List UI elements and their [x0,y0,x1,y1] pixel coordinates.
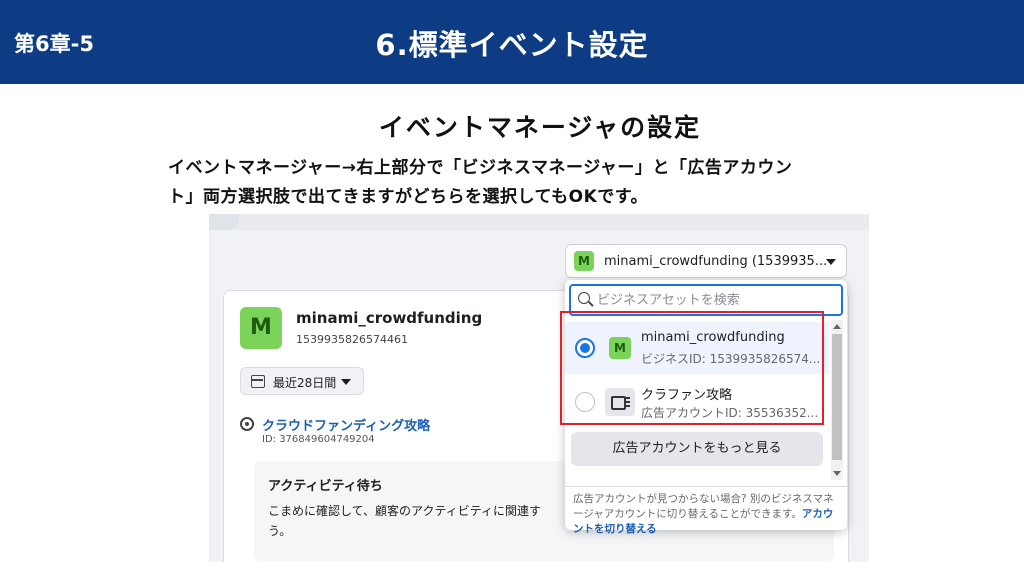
dropdown-scrollbar[interactable] [831,320,843,480]
slide: 第6章-5 6.標準イベント設定 イベントマネージャの設定 イベントマネージャー… [0,0,1024,576]
section-subtitle: イベントマネージャの設定 [378,113,702,142]
top-pill [209,214,239,230]
note-text: 広告アカウントが見つからない場合? 別のビジネスマネージャアカウントに切り替える… [573,493,834,520]
red-highlight-box [560,311,824,425]
date-range-label: 最近28日間 [273,376,337,390]
top-strip [209,214,869,230]
page-title: 6.標準イベント設定 [375,28,649,62]
pixel-icon [240,417,254,431]
business-avatar-icon: M [574,251,594,271]
account-selector-dropdown[interactable]: M minami_crowdfunding (1539935... [565,244,847,278]
chevron-down-icon [826,259,836,265]
chevron-down-icon [341,379,351,385]
body-text-line-1: イベントマネージャー→右上部分で「ビジネスマネージャー」と「広告アカウン [168,158,793,178]
business-name: minami_crowdfunding [296,309,483,327]
scroll-down-arrow-icon[interactable] [833,471,841,476]
search-icon [578,292,590,304]
pixel-id: ID: 376849604749204 [262,434,375,445]
scroll-thumb[interactable] [832,334,842,460]
pixel-name-link[interactable]: クラウドファンディング攻略 [262,415,430,434]
activity-title: アクティビティ待ち [268,479,383,494]
divider [565,486,847,487]
business-avatar: M [240,307,282,349]
date-range-button[interactable]: 最近28日間 [240,367,364,395]
see-more-ad-accounts-button[interactable]: 広告アカウントをもっと見る [571,432,823,466]
business-id: 1539935826574461 [296,333,408,346]
activity-description: こまめに確認して、顧客のアクティビティに関連す う。 [268,504,542,538]
account-selector-label: minami_crowdfunding (1539935... [604,254,828,269]
header-band: 第6章-5 6.標準イベント設定 [0,0,1024,84]
asset-search-input[interactable] [597,290,837,310]
body-text-line-2: ト」両方選択肢で出てきますがどちらを選択してもOKです。 [168,187,649,207]
scroll-up-arrow-icon[interactable] [833,324,841,329]
switch-account-note: 広告アカウントが見つからない場合? 別のビジネスマネージャアカウントに切り替える… [573,492,841,537]
calendar-icon [251,375,265,388]
